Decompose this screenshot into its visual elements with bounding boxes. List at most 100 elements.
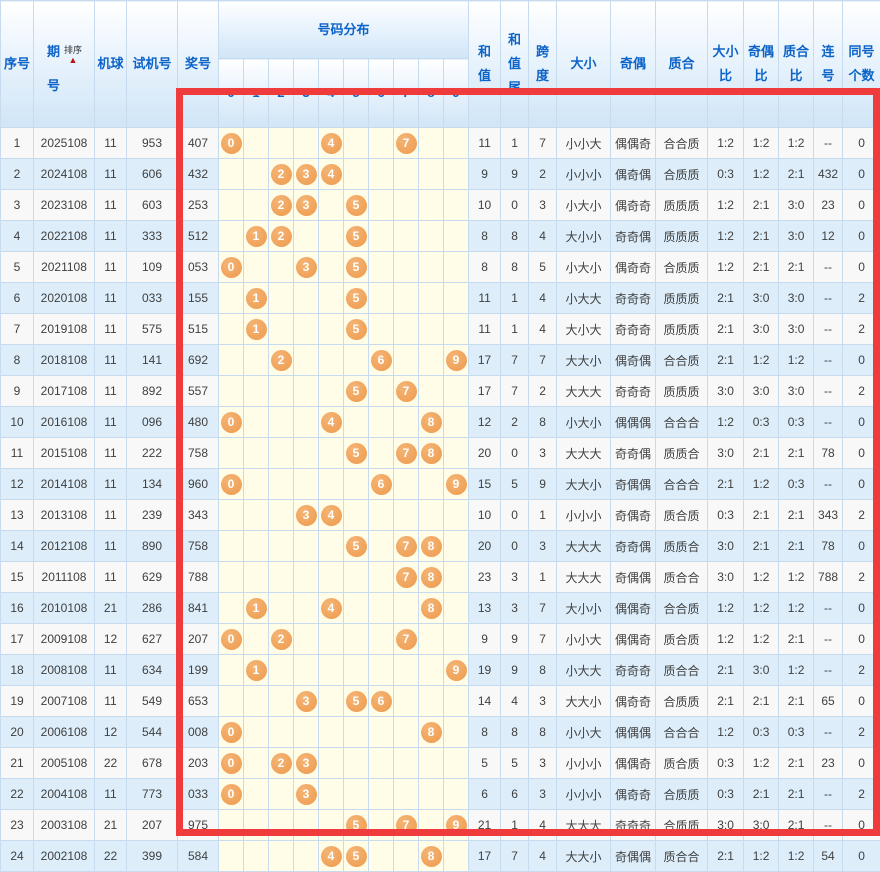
cell-machine-ball: 11 <box>95 469 127 500</box>
cell-digit-0 <box>219 686 244 717</box>
cell-digit-7 <box>394 686 419 717</box>
cell-period: 2019108 <box>34 314 95 345</box>
cell-consecutive: -- <box>814 655 843 686</box>
cell-parity-pattern: 奇奇偶 <box>611 531 656 562</box>
cell-digit-4 <box>319 376 344 407</box>
sort-control[interactable]: 排序 ▲ <box>64 45 82 65</box>
cell-digit-7 <box>394 283 419 314</box>
cell-size-pattern: 小大小 <box>557 407 611 438</box>
cell-consecutive: 78 <box>814 438 843 469</box>
cell-prime-pattern: 合质质 <box>656 686 708 717</box>
cell-digit-3: 3 <box>294 190 319 221</box>
cell-digit-8 <box>419 686 444 717</box>
cell-test-number: 953 <box>127 128 178 159</box>
cell-prime-ratio: 3:0 <box>779 221 814 252</box>
cell-machine-ball: 11 <box>95 500 127 531</box>
cell-sum-tail: 5 <box>501 469 529 500</box>
cell-digit-5: 5 <box>344 376 369 407</box>
cell-prize-number: 432 <box>178 159 219 190</box>
cell-prime-ratio: 1:2 <box>779 128 814 159</box>
cell-prime-ratio: 1:2 <box>779 655 814 686</box>
cell-digit-9 <box>444 221 469 252</box>
cell-consecutive: -- <box>814 128 843 159</box>
cell-size-pattern: 大大大 <box>557 376 611 407</box>
cell-digit-2: 2 <box>269 345 294 376</box>
cell-digit-6 <box>369 221 394 252</box>
cell-period: 2017108 <box>34 376 95 407</box>
cell-digit-2: 2 <box>269 624 294 655</box>
cell-prime-ratio: 2:1 <box>779 252 814 283</box>
cell-parity-ratio: 1:2 <box>744 748 779 779</box>
cell-prime-ratio: 3:0 <box>779 314 814 345</box>
cell-parity-pattern: 偶偶奇 <box>611 128 656 159</box>
cell-digit-2 <box>269 314 294 345</box>
number-ball: 1 <box>246 660 267 681</box>
col-header-period[interactable]: 期 号 排序 ▲ <box>34 1 95 128</box>
cell-test-number: 033 <box>127 283 178 314</box>
cell-prize-number: 960 <box>178 469 219 500</box>
cell-same-count: 0 <box>843 252 880 283</box>
cell-test-number: 892 <box>127 376 178 407</box>
cell-prime-ratio: 0:3 <box>779 407 814 438</box>
cell-digit-7: 7 <box>394 128 419 159</box>
number-ball: 5 <box>346 691 367 712</box>
cell-digit-1 <box>244 252 269 283</box>
cell-consecutive: 432 <box>814 159 843 190</box>
col-header-size-ratio: 大小 比 <box>708 1 744 128</box>
cell-prime-pattern: 合合合 <box>656 717 708 748</box>
cell-digit-0: 0 <box>219 128 244 159</box>
cell-digit-5 <box>344 407 369 438</box>
digit-header-2: 2 <box>269 59 294 128</box>
cell-digit-6 <box>369 376 394 407</box>
cell-period: 2018108 <box>34 345 95 376</box>
number-ball: 8 <box>421 846 442 867</box>
cell-digit-6 <box>369 314 394 345</box>
cell-digit-8: 8 <box>419 562 444 593</box>
cell-seq: 6 <box>1 283 34 314</box>
number-ball: 4 <box>321 133 342 154</box>
cell-size-pattern: 小小大 <box>557 717 611 748</box>
cell-digit-9 <box>444 500 469 531</box>
cell-size-ratio: 1:2 <box>708 407 744 438</box>
cell-machine-ball: 11 <box>95 531 127 562</box>
sort-ascending-icon: ▲ <box>69 56 78 65</box>
cell-digit-4 <box>319 221 344 252</box>
cell-digit-5: 5 <box>344 283 369 314</box>
number-ball: 0 <box>221 753 242 774</box>
number-ball: 8 <box>421 722 442 743</box>
cell-digit-1 <box>244 717 269 748</box>
cell-parity-ratio: 2:1 <box>744 531 779 562</box>
cell-span: 4 <box>529 221 557 252</box>
cell-digit-4: 4 <box>319 841 344 872</box>
cell-digit-2: 2 <box>269 221 294 252</box>
cell-parity-pattern: 奇偶偶 <box>611 562 656 593</box>
cell-sum: 20 <box>469 531 501 562</box>
cell-size-pattern: 小大大 <box>557 283 611 314</box>
cell-period: 2008108 <box>34 655 95 686</box>
cell-consecutive: -- <box>814 283 843 314</box>
cell-digit-2 <box>269 128 294 159</box>
col-header-prize-number: 奖号 <box>178 1 219 128</box>
number-ball: 8 <box>421 536 442 557</box>
cell-machine-ball: 11 <box>95 562 127 593</box>
cell-consecutive: -- <box>814 593 843 624</box>
cell-parity-pattern: 偶偶偶 <box>611 717 656 748</box>
cell-size-pattern: 小小小 <box>557 500 611 531</box>
cell-digit-9 <box>444 314 469 345</box>
cell-machine-ball: 22 <box>95 748 127 779</box>
cell-span: 1 <box>529 500 557 531</box>
cell-prize-number: 758 <box>178 531 219 562</box>
col-header-same-count: 同号 个数 <box>843 1 880 128</box>
cell-size-ratio: 1:2 <box>708 190 744 221</box>
cell-sum-tail: 0 <box>501 190 529 221</box>
cell-digit-6: 6 <box>369 469 394 500</box>
cell-test-number: 096 <box>127 407 178 438</box>
cell-prime-pattern: 质质质 <box>656 283 708 314</box>
table-row: 2202410811606432234992小小小偶奇偶合质质0:31:22:1… <box>1 159 880 190</box>
cell-prime-pattern: 质质质 <box>656 190 708 221</box>
table-row: 32023108116032532351003小大小偶奇奇质质质1:22:13:… <box>1 190 880 221</box>
cell-prime-ratio: 2:1 <box>779 500 814 531</box>
cell-digit-6 <box>369 624 394 655</box>
cell-size-ratio: 3:0 <box>708 531 744 562</box>
cell-digit-7 <box>394 593 419 624</box>
